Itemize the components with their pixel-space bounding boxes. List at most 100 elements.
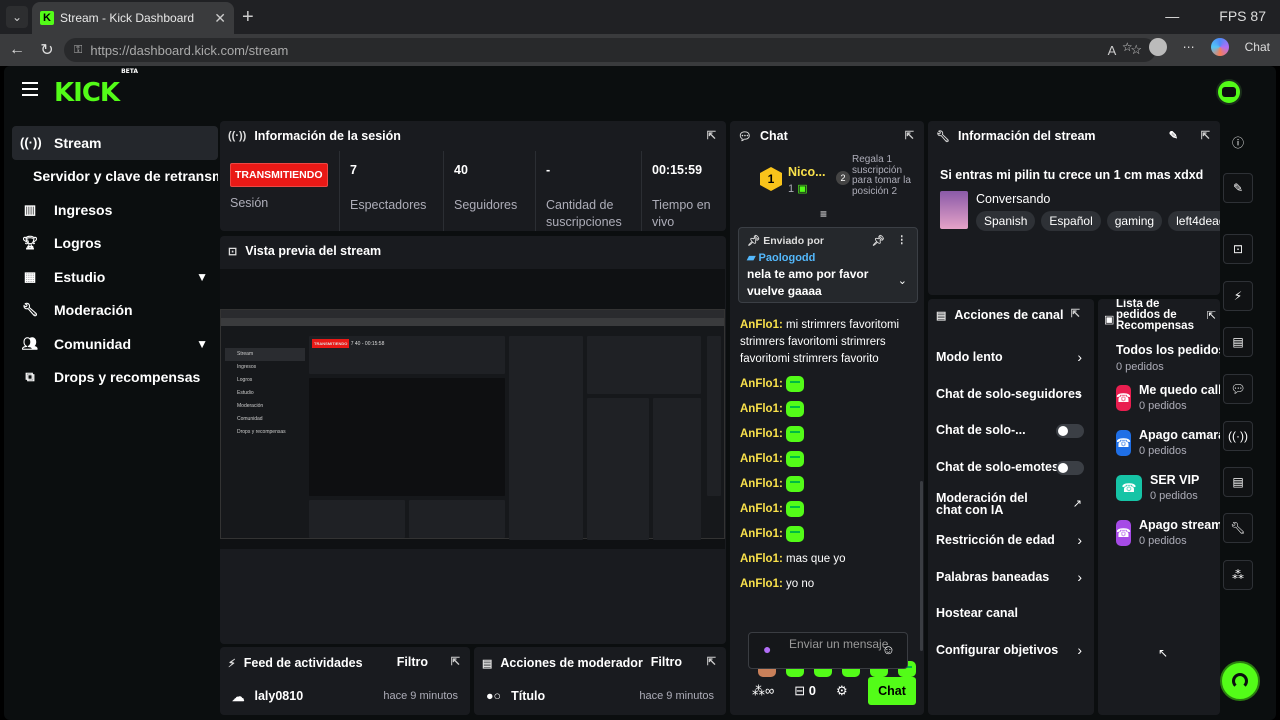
menu-icon[interactable] (22, 82, 38, 96)
followers-only-row[interactable]: Chat de solo-seguidores › (928, 376, 1094, 413)
more-options-icon[interactable]: ⋮ (897, 234, 908, 246)
reward-item[interactable]: ☎Me quedo callado0 pedidos (1098, 375, 1220, 420)
chat-message[interactable]: AnFlo1: (740, 526, 918, 543)
reload-icon[interactable]: ↻ (32, 40, 62, 60)
chevron-down-icon[interactable]: ⌄ (898, 274, 907, 287)
all-requests[interactable]: Todos los pedidos (1116, 343, 1220, 357)
preview-icon[interactable]: ⊡ (1223, 234, 1253, 264)
favorites-icon[interactable]: ☆ (1122, 40, 1133, 54)
goals-row[interactable]: Configurar objetivos › (928, 632, 1094, 669)
copilot-chat-label[interactable]: Chat (1245, 40, 1270, 54)
sidebar-item-moderacion[interactable]: 🔧︎ Moderación (12, 294, 218, 328)
popout-icon[interactable]: ⇱ (707, 655, 716, 668)
popout-icon[interactable]: ⇱ (905, 129, 914, 142)
chat-message[interactable]: AnFlo1: (740, 376, 918, 393)
slow-mode-row[interactable]: Modo lento › (928, 339, 1094, 376)
bolt-icon[interactable]: ⚡︎ (1223, 281, 1253, 311)
ai-moderation-row[interactable]: Moderación del chat con IA ↗ (928, 485, 1094, 522)
tag[interactable]: gaming (1106, 211, 1163, 231)
chat-message[interactable]: AnFlo1: (740, 501, 918, 518)
sidebar-item-ingresos[interactable]: ▥ Ingresos (12, 193, 218, 227)
mod-action-item[interactable]: ●○ Título hace 9 minutos (474, 679, 726, 713)
back-icon[interactable]: ← (2, 41, 32, 59)
sidebar-item-estudio[interactable]: ▦ Estudio ▼ (12, 260, 218, 294)
chat-message[interactable]: AnFlo1: yo no (740, 576, 918, 593)
stream-preview-video[interactable]: Stream Ingresos Logros Estudio Moderación Com… (220, 269, 725, 549)
popout-icon[interactable]: ⇱ (451, 655, 460, 668)
user-avatar[interactable] (1216, 79, 1242, 105)
channel-actions-icon[interactable]: ▤ (1223, 467, 1253, 497)
store-icon[interactable]: ⊟ 0 (794, 683, 816, 699)
info-icon[interactable]: ⓘ (1223, 127, 1253, 157)
tag[interactable]: Spanish (976, 211, 1036, 231)
subs-only-toggle[interactable] (1056, 424, 1084, 439)
browser-tab[interactable]: K Stream - Kick Dashboard ✕ (32, 2, 234, 34)
age-restriction-row[interactable]: Restricción de edad › (928, 522, 1094, 559)
category-name[interactable]: Conversando (976, 192, 1050, 206)
emotes-only-toggle[interactable] (1056, 460, 1084, 475)
chat-scrollbar[interactable] (920, 481, 923, 651)
popout-icon[interactable]: ⇱ (1071, 307, 1080, 320)
broadcast-icon[interactable]: ((·)) (1223, 421, 1253, 451)
chat-send-button[interactable]: Chat (868, 677, 916, 705)
banned-words-row[interactable]: Palabras baneadas › (928, 559, 1094, 596)
category-thumbnail[interactable] (940, 191, 968, 229)
reward-item[interactable]: ☎ Apago camara 0 pedidos (1098, 420, 1220, 465)
drops-icon: ⧉ (25, 369, 35, 385)
popout-icon[interactable]: ⇱ (1207, 309, 1216, 322)
collapse-leaderboard-icon[interactable]: ≡ (820, 207, 827, 221)
new-tab-icon[interactable]: + (242, 6, 254, 29)
sidebar-item-comunidad[interactable]: 👥︎ Comunidad ▼ (12, 327, 218, 361)
emoji-icon[interactable]: ☺ (882, 643, 895, 656)
pinned-message[interactable]: 📌︎ Enviado por 📌︎ ⋮ ▰ Paologodd nela te am… (738, 227, 918, 303)
reward-item[interactable]: ☎ Apago stream 0 pedidos (1098, 510, 1220, 555)
profile-icon[interactable] (1148, 38, 1167, 56)
settings-gear-icon[interactable]: ⚙ (836, 683, 848, 699)
chat-message[interactable]: AnFlo1: (740, 426, 918, 443)
kick-logo[interactable]: KICKBETA (54, 68, 138, 108)
document-icon[interactable]: ▤ (1223, 327, 1253, 357)
community-goals-icon[interactable]: ⁂∞ (752, 683, 774, 699)
sidebar-item-stream[interactable]: ((·)) Stream (12, 126, 218, 160)
help-support-icon[interactable] (1220, 661, 1260, 701)
trophy-icon: 🏆︎ (21, 235, 39, 251)
chat-message[interactable]: AnFlo1: (740, 451, 918, 468)
edit-pencil-icon[interactable]: ✎ (1169, 129, 1178, 142)
chat-icon[interactable]: 💬︎ (1223, 374, 1253, 404)
chat-message[interactable]: AnFlo1: mi strimrers favoritomi strimrer… (740, 317, 918, 368)
site-info-icon[interactable]: ⚿ (74, 44, 82, 57)
copilot-icon[interactable] (1210, 38, 1229, 56)
chat-message[interactable]: AnFlo1: (740, 401, 918, 418)
chat-message[interactable]: AnFlo1: mas que yo (740, 551, 918, 568)
minimize-icon[interactable]: — (1165, 8, 1179, 24)
gift-cta[interactable]: Regala 1 suscripción para tomar la posic… (852, 154, 920, 197)
close-tab-icon[interactable]: ✕ (214, 10, 226, 27)
reward-item[interactable]: ☎ SER VIP 0 pedidos (1098, 465, 1220, 510)
url-field[interactable]: ⚿ https://dashboard.kick.com/stream A ☆ (64, 38, 1156, 62)
top-gifter-name[interactable]: Nico... (788, 165, 826, 179)
community-icon: 👥︎ (21, 335, 39, 351)
edit-pencil-icon[interactable]: ✎ (1223, 173, 1253, 203)
feed-item[interactable]: ☁ laly0810 hace 9 minutos (220, 679, 470, 713)
unpin-icon[interactable]: 📌︎ (872, 234, 885, 247)
chat-input[interactable]: ● Enviar un mensaje ☺ (748, 632, 908, 669)
read-aloud-icon[interactable]: A (1108, 43, 1117, 58)
tag[interactable]: Español (1041, 211, 1101, 231)
community-icon[interactable]: ⁂ (1223, 560, 1253, 590)
wrench-icon[interactable]: 🔧︎ (1223, 513, 1253, 543)
sidebar-item-logros[interactable]: 🏆︎ Logros (12, 227, 218, 261)
popout-icon[interactable]: ⇱ (1201, 129, 1210, 142)
filter-button[interactable]: Filtro (651, 655, 682, 669)
subs-label: Cantidad de suscripciones (546, 198, 622, 229)
sidebar-item-drops[interactable]: ⧉ Drops y recompensas (12, 361, 218, 395)
tab-list-dropdown-icon[interactable]: ⌄ (6, 6, 28, 28)
tag[interactable]: left4dead (1168, 211, 1220, 231)
sidebar-item-server-key[interactable]: Servidor y clave de retransmisión (12, 160, 218, 194)
filter-button[interactable]: Filtro (397, 655, 428, 669)
more-icon[interactable]: ⋯ (1183, 40, 1195, 54)
chat-message[interactable]: AnFlo1: (740, 476, 918, 493)
microphone-icon[interactable]: ● (763, 642, 771, 656)
host-channel-row[interactable]: Hostear canal (928, 595, 1094, 632)
reward-icon: ☎ (1116, 474, 1142, 501)
popout-icon[interactable]: ⇱ (707, 129, 716, 142)
